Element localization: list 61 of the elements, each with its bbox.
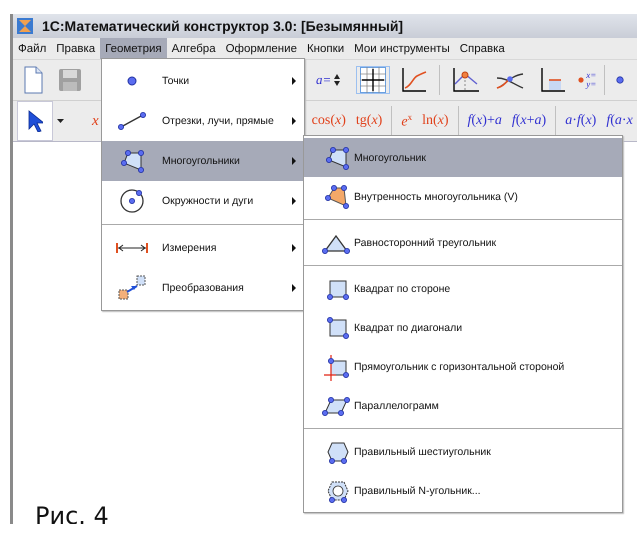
function-button[interactable]: f(a·x — [605, 113, 634, 129]
rectangle-icon — [322, 352, 350, 380]
n-gon-icon — [326, 478, 350, 502]
function-button[interactable]: e$^{x}$ — [400, 112, 414, 130]
parameter-button[interactable]: a= — [316, 72, 342, 88]
up-down-icon — [333, 73, 342, 87]
function-button[interactable]: f(x+a) — [510, 113, 548, 129]
menu-item[interactable]: Преобразования — [102, 268, 304, 308]
menu-item[interactable]: Правка — [51, 38, 100, 59]
menu-item[interactable]: Равносторонний треугольник — [304, 223, 622, 262]
area-under-graph-icon[interactable] — [539, 66, 568, 94]
menu-item[interactable]: Точки — [102, 61, 304, 101]
parallelogram-icon — [322, 394, 350, 416]
function-button[interactable]: tg(x) — [354, 113, 384, 129]
menu-item[interactable]: Правильный N-угольник... — [304, 471, 622, 510]
menu-item[interactable]: Параллелограмм — [304, 386, 622, 425]
menu-item[interactable]: Прямоугольник с горизонтальной стороной — [304, 347, 622, 386]
menu-item[interactable]: Геометрия — [100, 38, 167, 59]
cursor-arrow-icon — [27, 110, 43, 132]
menu-item[interactable]: Отрезки, лучи, прямые — [102, 101, 304, 141]
menu-item[interactable]: Файл — [13, 38, 52, 59]
new-document-icon[interactable] — [22, 66, 44, 94]
ruler-icon — [115, 242, 149, 254]
circle-icon — [119, 188, 145, 214]
menu-item[interactable]: Справка — [454, 38, 510, 59]
menu-item[interactable]: Алгебра — [166, 38, 221, 59]
polygon-icon — [324, 146, 350, 170]
point-icon — [578, 77, 584, 83]
menu-item[interactable]: Правильный шестиугольник — [304, 432, 622, 471]
function-button[interactable]: a·f(x) — [564, 113, 598, 129]
square-icon — [326, 316, 350, 340]
figure-caption: Рис. 4 — [35, 502, 109, 524]
menu-item[interactable]: Квадрат по диагонали — [304, 308, 622, 347]
point-icon — [126, 75, 138, 87]
menu-item[interactable]: Оформление — [220, 38, 302, 59]
window-title: 1С:Математический конструктор 3.0: [Безымянный] — [42, 18, 404, 34]
menu-item[interactable]: Измерения — [102, 228, 304, 268]
graph-icon[interactable] — [400, 66, 428, 94]
menu-item[interactable]: Многоугольники — [102, 141, 304, 181]
coordinates-button[interactable]: x= y= — [578, 71, 596, 89]
function-button[interactable]: ln(x) — [421, 113, 450, 129]
filled-polygon-icon — [324, 184, 350, 210]
variable-button[interactable]: x — [92, 112, 99, 130]
function-button[interactable]: f(x)+a — [466, 113, 503, 129]
menu-item[interactable]: Окружности и дуги — [102, 181, 304, 221]
select-tool-button[interactable] — [17, 101, 53, 141]
app-logo-icon — [16, 17, 34, 35]
menu-item[interactable]: Мои инструменты — [349, 38, 455, 59]
polygon-icon — [119, 149, 145, 173]
graph-point-icon[interactable] — [451, 66, 482, 94]
menu-item[interactable]: Квадрат по стороне — [304, 269, 622, 308]
function-button[interactable]: cos(x) — [310, 113, 347, 129]
grid-icon[interactable] — [360, 67, 386, 93]
dropdown-caret-icon[interactable] — [57, 119, 64, 123]
menu-item[interactable]: Многоугольник — [304, 138, 622, 177]
transformation-icon — [117, 274, 147, 302]
segment-icon — [117, 111, 147, 131]
menu-item[interactable]: Кнопки — [302, 38, 350, 59]
hexagon-icon — [326, 440, 350, 464]
menu-item[interactable]: Внутренность многоугольника (V) — [304, 177, 622, 216]
point-icon[interactable] — [616, 76, 624, 84]
